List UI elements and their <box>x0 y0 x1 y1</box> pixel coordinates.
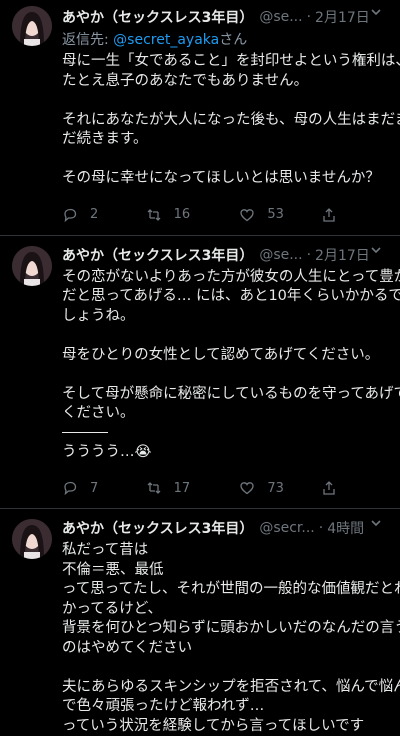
like-icon <box>240 482 255 495</box>
chevron-down-icon[interactable] <box>370 6 382 18</box>
retweet-icon <box>147 482 161 494</box>
display-name[interactable]: あやか（セックスレス3年目） <box>62 7 253 27</box>
tweet-actions: 2 16 53 <box>62 201 388 229</box>
share-button[interactable] <box>321 480 388 496</box>
avatar[interactable] <box>12 519 52 559</box>
retweet-button[interactable]: 17 <box>146 480 240 496</box>
user-handle[interactable]: @se... <box>259 9 302 25</box>
tweet[interactable]: あやか（セックスレス3年目） @se... · 2月17日 返信先: @secr… <box>0 0 400 236</box>
chevron-down-icon[interactable] <box>370 244 382 256</box>
like-icon <box>240 208 255 221</box>
reply-mention-link[interactable]: @secret_ayaka <box>113 32 219 48</box>
retweet-count: 16 <box>173 207 191 222</box>
tweet-text: 母に一生「女であること」を封印せよという権利は、 たとえ息子のあなたでもありませ… <box>62 53 400 186</box>
like-count: 53 <box>267 207 284 222</box>
avatar[interactable] <box>12 6 52 46</box>
tweet[interactable]: あやか（セックスレス3年目） @secr... · 4時間 私だって昔は 不倫＝… <box>0 509 400 736</box>
timestamp[interactable]: 2月17日 <box>315 7 370 27</box>
avatar[interactable] <box>12 245 52 286</box>
display-name[interactable]: あやか（セックスレス3年目） <box>62 245 253 265</box>
share-icon <box>323 481 335 495</box>
chevron-down-icon[interactable] <box>370 517 382 529</box>
tweet-text: 私だって昔は 不倫＝悪、最低 って思ってたし、それが世間の一般的な価値観だとわ … <box>62 542 400 734</box>
reply-context: 返信先: @secret_ayakaさん <box>62 32 248 48</box>
text-divider-line <box>62 431 108 433</box>
retweet-button[interactable]: 16 <box>146 207 240 223</box>
share-button[interactable] <box>321 207 388 223</box>
tweet-text: その恋がないよりあった方が彼女の人生にとって豊か だと思ってあげる… には、あと… <box>62 268 400 460</box>
user-handle[interactable]: @secr... <box>259 520 314 536</box>
reply-count: 7 <box>90 480 99 496</box>
tweet-actions: 7 17 73 <box>62 474 388 502</box>
timestamp[interactable]: 4時間 <box>327 518 364 538</box>
share-icon <box>323 207 335 222</box>
reply-button[interactable]: 2 <box>62 207 146 223</box>
tweet[interactable]: あやか（セックスレス3年目） @se... · 2月17日 その恋がないよりあっ… <box>0 236 400 509</box>
reply-icon <box>64 481 77 496</box>
tweet-header: あやか（セックスレス3年目） @secr... · 4時間 <box>62 518 365 538</box>
tweet-header: あやか（セックスレス3年目） @se... · 2月17日 <box>62 245 370 265</box>
user-handle[interactable]: @se... <box>259 247 302 263</box>
like-button[interactable]: 73 <box>239 480 321 496</box>
like-button[interactable]: 53 <box>239 207 321 223</box>
tweet-header: あやか（セックスレス3年目） @se... · 2月17日 <box>62 7 370 27</box>
timestamp[interactable]: 2月17日 <box>315 245 370 265</box>
reply-button[interactable]: 7 <box>62 480 146 496</box>
reply-count: 2 <box>90 207 99 222</box>
like-count: 73 <box>267 480 284 496</box>
retweet-count: 17 <box>173 480 191 496</box>
reply-icon <box>64 208 77 222</box>
retweet-icon <box>147 208 161 221</box>
display-name[interactable]: あやか（セックスレス3年目） <box>62 518 253 538</box>
